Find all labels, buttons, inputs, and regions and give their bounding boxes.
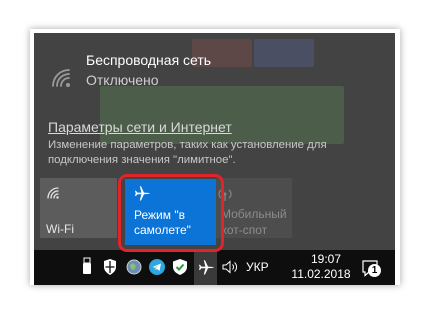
network-settings-link[interactable]: Параметры сети и Интернет — [48, 119, 232, 135]
airplane-icon[interactable] — [197, 257, 215, 277]
security-check-icon[interactable] — [171, 257, 189, 277]
telegram-icon[interactable] — [148, 257, 166, 277]
network-globe-icon[interactable] — [125, 257, 143, 277]
usb-icon[interactable] — [81, 257, 93, 277]
mobile-hotspot-label-line2: хот-спот — [221, 223, 268, 237]
wifi-tile[interactable]: Wi-Fi — [40, 178, 117, 238]
background-ghost-green — [100, 86, 344, 144]
wireless-network-item[interactable]: Беспроводная сеть Отключено — [46, 49, 386, 93]
wifi-icon — [46, 186, 60, 205]
notification-count-badge: 1 — [368, 264, 381, 277]
network-name: Беспроводная сеть — [86, 52, 212, 68]
mobile-hotspot-tile[interactable]: Мобильный хот-спот — [215, 178, 292, 238]
taskbar: УКР 19:07 11.02.2018 1 — [34, 250, 395, 285]
highlight-frame — [118, 174, 224, 252]
mobile-hotspot-label: Мобильный хот-спот — [221, 206, 287, 238]
wifi-signal-icon — [50, 67, 72, 89]
clock-time[interactable]: 19:07 — [296, 252, 356, 266]
network-status: Отключено — [86, 72, 159, 88]
volume-icon[interactable] — [220, 257, 240, 277]
language-indicator[interactable]: УКР — [246, 260, 269, 274]
defender-shield-icon[interactable] — [102, 257, 118, 277]
network-settings-description: Изменение параметров, таких как установл… — [48, 139, 327, 166]
wifi-tile-label: Wi-Fi — [46, 222, 74, 236]
mobile-hotspot-label-line1: Мобильный — [221, 207, 287, 221]
clock-date[interactable]: 11.02.2018 — [286, 267, 356, 281]
